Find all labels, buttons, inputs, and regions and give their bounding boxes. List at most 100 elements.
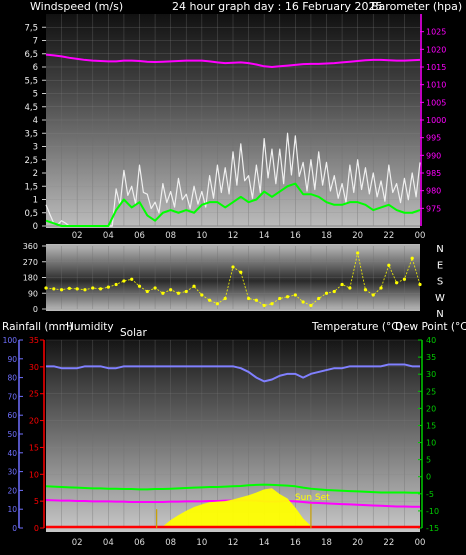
dir-y-tick-label: 90 bbox=[28, 289, 38, 298]
rain-tick-label: 35 bbox=[29, 336, 39, 345]
wind-y-tick-label: 4,5 bbox=[24, 103, 38, 113]
rain-tick-label: 25 bbox=[29, 390, 39, 399]
temp-x-tick: 16 bbox=[290, 538, 301, 548]
wind-y-tick-label: 7 bbox=[33, 37, 38, 47]
humidity-tick-label: 100 bbox=[3, 336, 18, 345]
dir-y-tick-label: 0 bbox=[33, 305, 38, 314]
dir-compass-label: N bbox=[436, 244, 443, 255]
wind-x-tick: 20 bbox=[352, 231, 363, 241]
baro-y-tick-label: 1020 bbox=[426, 45, 446, 54]
temp-tick-label: 20 bbox=[426, 404, 436, 413]
wind-dir-point bbox=[395, 281, 399, 285]
wind-x-tick: 02 bbox=[72, 231, 83, 241]
baro-y-tick-label: 1010 bbox=[426, 81, 446, 90]
humidity-tick-label: 20 bbox=[7, 486, 17, 495]
wind-y-tick-label: 2,5 bbox=[24, 156, 38, 166]
temp-tick-label: 30 bbox=[426, 370, 436, 379]
baro-y-tick-label: 985 bbox=[426, 169, 441, 178]
dir-compass-label: N bbox=[436, 309, 443, 320]
temp-tick-label: -10 bbox=[426, 507, 439, 516]
wind-y-tick-label: 5,5 bbox=[24, 76, 38, 86]
wind-y-tick-label: 6 bbox=[33, 63, 38, 73]
wind-x-tick: 22 bbox=[383, 231, 394, 241]
humidity-tick-label: 40 bbox=[7, 449, 17, 458]
temp-tick-label: 35 bbox=[426, 353, 436, 362]
humidity-tick-label: 70 bbox=[7, 392, 17, 401]
baro-y-tick-label: 980 bbox=[426, 187, 441, 196]
temp-tick-label: -5 bbox=[426, 490, 434, 499]
temp-tick-label: 25 bbox=[426, 387, 436, 396]
temp-tick-label: 15 bbox=[426, 421, 436, 430]
solar-label: Solar bbox=[120, 327, 147, 339]
humidity-label: Humidity bbox=[66, 321, 114, 333]
humidity-tick-label: 30 bbox=[7, 468, 17, 477]
baro-y-tick-label: 1005 bbox=[426, 98, 446, 107]
humidity-tick-label: 90 bbox=[7, 355, 17, 364]
temperature-label: Temperature (°C) bbox=[311, 321, 403, 333]
temp-x-tick: 08 bbox=[165, 538, 176, 548]
baro-y-tick-label: 990 bbox=[426, 151, 441, 160]
rain-tick-label: 20 bbox=[29, 417, 39, 426]
wind-x-tick: 10 bbox=[196, 231, 207, 241]
temp-x-tick: 04 bbox=[103, 538, 114, 548]
humidity-tick-label: 60 bbox=[7, 411, 17, 420]
dir-y-tick-label: 270 bbox=[23, 258, 38, 267]
wind-y-tick-label: 3,5 bbox=[24, 129, 38, 139]
temp-x-tick: 02 bbox=[72, 538, 83, 548]
temp-tick-label: 10 bbox=[426, 439, 436, 448]
wind-y-tick-label: 4 bbox=[33, 116, 38, 126]
humidity-tick-label: 80 bbox=[7, 374, 17, 383]
wind-y-tick-label: 2 bbox=[33, 169, 38, 179]
temp-x-tick: 22 bbox=[383, 538, 394, 548]
baro-y-tick-label: 975 bbox=[426, 204, 441, 213]
sunset-label: Sun Set bbox=[295, 493, 330, 503]
baro-y-tick-label: 995 bbox=[426, 134, 441, 143]
graph-title: 24 hour graph day : 16 February 2025 bbox=[172, 0, 383, 13]
temp-x-tick: 20 bbox=[352, 538, 363, 548]
temp-x-tick: 10 bbox=[196, 538, 207, 548]
dir-compass-label: E bbox=[437, 260, 443, 271]
baro-y-tick-label: 1000 bbox=[426, 116, 446, 125]
temp-x-tick: 00 bbox=[415, 538, 426, 548]
wind-x-tick: 16 bbox=[290, 231, 301, 241]
wind-y-tick-label: 0,5 bbox=[24, 209, 38, 219]
windspeed-label: Windspeed (m/s) bbox=[30, 0, 123, 13]
rain-tick-label: 5 bbox=[34, 497, 39, 506]
wind-y-tick-label: 1 bbox=[33, 196, 38, 206]
wind-y-tick-label: 3 bbox=[33, 143, 38, 153]
temp-x-tick: 14 bbox=[259, 538, 270, 548]
wind-x-tick: 18 bbox=[321, 231, 332, 241]
rain-tick-label: 0 bbox=[34, 524, 39, 533]
rain-tick-label: 15 bbox=[29, 443, 39, 452]
temp-tick-label: -15 bbox=[426, 524, 439, 533]
humidity-tick-label: 50 bbox=[7, 430, 17, 439]
humidity-tick-label: 10 bbox=[7, 505, 17, 514]
temp-x-tick: 12 bbox=[228, 538, 239, 548]
dewpoint-label: Dew Point (°C) bbox=[395, 321, 466, 333]
dir-compass-label: W bbox=[435, 293, 445, 304]
baro-y-tick-label: 1015 bbox=[426, 63, 446, 72]
temp-tick-label: 5 bbox=[426, 456, 431, 465]
wind-y-tick-label: 6,5 bbox=[24, 50, 38, 60]
wind-x-tick: 00 bbox=[415, 231, 426, 241]
baro-y-tick-label: 1025 bbox=[426, 28, 446, 37]
temp-x-tick: 18 bbox=[321, 538, 332, 548]
humidity-tick-label: 0 bbox=[12, 524, 17, 533]
weather-graph: Windspeed (m/s) 24 hour graph day : 16 F… bbox=[2, 0, 466, 548]
wind-x-tick: 12 bbox=[228, 231, 239, 241]
wind-y-tick-label: 1,5 bbox=[24, 182, 38, 192]
barometer-label: Barometer (hpa) bbox=[371, 0, 462, 13]
wind-x-tick: 04 bbox=[103, 231, 114, 241]
wind-y-tick-label: 5 bbox=[33, 90, 38, 100]
rain-tick-label: 10 bbox=[29, 470, 39, 479]
rainfall-label: Rainfall (mm) bbox=[2, 321, 73, 333]
dir-compass-label: S bbox=[437, 277, 443, 288]
dir-y-tick-label: 360 bbox=[23, 242, 38, 251]
wind-y-tick-label: 0 bbox=[33, 222, 38, 232]
wind-x-tick: 06 bbox=[134, 231, 145, 241]
temp-tick-label: 40 bbox=[426, 336, 436, 345]
temp-x-tick: 06 bbox=[134, 538, 145, 548]
rain-tick-label: 30 bbox=[29, 363, 39, 372]
wind-x-tick: 08 bbox=[165, 231, 176, 241]
temp-tick-label: 0 bbox=[426, 473, 431, 482]
